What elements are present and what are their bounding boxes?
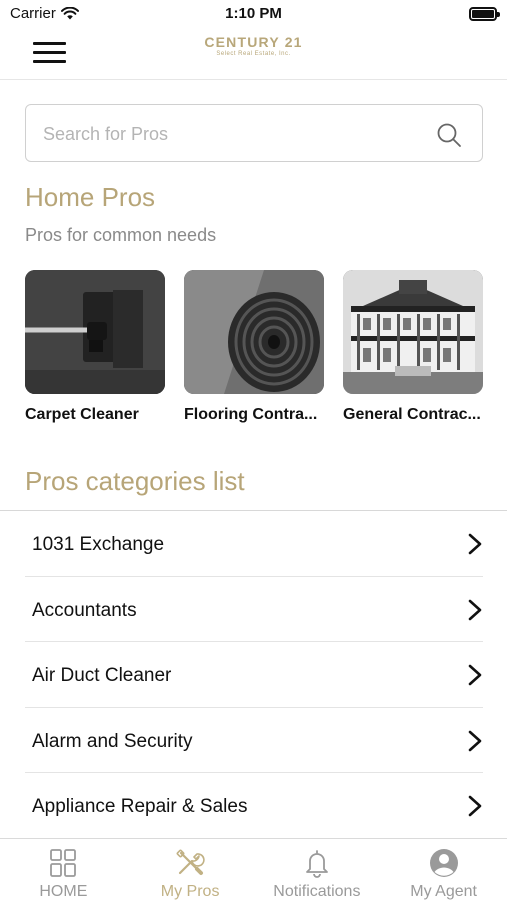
search-icon[interactable] xyxy=(436,122,462,148)
tab-label: HOME xyxy=(39,883,88,900)
search-input[interactable] xyxy=(43,122,423,146)
chevron-right-icon xyxy=(468,533,482,555)
tab-home[interactable]: HOME xyxy=(0,839,127,900)
chevron-right-icon xyxy=(468,730,482,751)
list-item-label: Accountants xyxy=(32,599,137,621)
list-item-label: Alarm and Security xyxy=(32,730,193,752)
tab-notifications[interactable]: Notifications xyxy=(254,839,381,900)
pro-card-general-contractor[interactable]: General Contrac... xyxy=(343,270,483,424)
tab-label: Notifications xyxy=(273,883,361,900)
house-image xyxy=(343,270,483,394)
categories-list: 1031 Exchange Accountants Air Duct Clean… xyxy=(0,510,507,839)
rolled-carpet-image xyxy=(184,270,324,394)
list-item-label: Air Duct Cleaner xyxy=(32,665,172,686)
tab-my-agent[interactable]: My Agent xyxy=(380,839,507,900)
status-bar: Carrier 1:10 PM xyxy=(0,0,507,28)
status-time: 1:10 PM xyxy=(225,5,282,22)
list-item-accountants[interactable]: Accountants xyxy=(25,577,483,642)
battery-icon xyxy=(469,7,500,21)
search-box[interactable] xyxy=(25,104,483,162)
tools-icon xyxy=(176,849,205,875)
pro-card-label: Carpet Cleaner xyxy=(25,406,139,423)
list-item-alarm-and-security[interactable]: Alarm and Security xyxy=(25,708,483,773)
categories-title: Pros categories list xyxy=(25,466,245,496)
chevron-right-icon xyxy=(468,599,482,620)
pro-card-flooring-contractor[interactable]: Flooring Contra... xyxy=(184,270,324,424)
list-item-label: 1031 Exchange xyxy=(32,534,165,555)
tab-label: My Agent xyxy=(410,883,477,900)
carpet-cleaner-image xyxy=(25,270,165,394)
pro-card-label: General Contrac... xyxy=(343,406,481,423)
list-item-air-duct-cleaner[interactable]: Air Duct Cleaner xyxy=(25,642,483,708)
person-icon xyxy=(429,849,458,877)
chevron-right-icon xyxy=(468,664,482,686)
list-item-appliance-repair-sales[interactable]: Appliance Repair & Sales xyxy=(25,773,483,839)
home-pros-title: Home Pros xyxy=(25,182,156,212)
list-item-1031-exchange[interactable]: 1031 Exchange xyxy=(25,511,483,577)
list-item-label: Appliance Repair & Sales xyxy=(32,796,248,817)
tab-label: My Pros xyxy=(160,883,220,900)
tab-bar: HOME My Pros Notifications My Agent xyxy=(0,838,507,900)
home-pros-subtitle: Pros for common needs xyxy=(25,225,217,245)
chevron-right-icon xyxy=(468,795,482,817)
logo-title: CENTURY 21 xyxy=(204,34,303,50)
grid-icon xyxy=(50,849,77,877)
brand-logo: CENTURY 21 Select Real Estate, Inc. xyxy=(0,34,507,57)
logo-subtitle: Select Real Estate, Inc. xyxy=(216,51,291,57)
top-nav: CENTURY 21 Select Real Estate, Inc. xyxy=(0,28,507,80)
pro-card-label: Flooring Contra... xyxy=(184,406,318,423)
tab-my-pros[interactable]: My Pros xyxy=(127,839,254,900)
pro-card-carpet-cleaner[interactable]: Carpet Cleaner xyxy=(25,270,165,424)
bell-icon xyxy=(305,850,328,878)
